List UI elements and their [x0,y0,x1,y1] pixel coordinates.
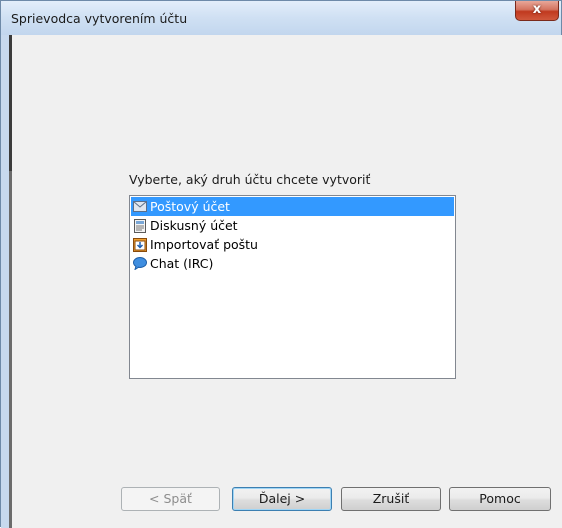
close-button[interactable]: x [515,1,559,21]
list-item-mail-account[interactable]: Poštový účet [131,197,454,216]
left-frame [1,35,9,528]
account-wizard-window: Sprievodca vytvorením účtu x Vyberte, ak… [0,0,562,528]
list-item-chat-irc[interactable]: Chat (IRC) [131,254,454,273]
list-item-label: Diskusný účet [150,218,238,233]
account-type-prompt: Vyberte, aký druh účtu chcete vytvoriť [129,172,371,187]
cancel-button[interactable]: Zrušiť [341,487,441,511]
list-item-label: Poštový účet [150,199,230,214]
newsgroup-icon [133,218,147,233]
next-button[interactable]: Ďalej > [232,487,332,511]
list-item-newsgroup-account[interactable]: Diskusný účet [131,216,454,235]
wizard-page: Vyberte, aký druh účtu chcete vytvoriť P… [12,35,562,528]
close-icon: x [532,2,542,17]
chat-bubble-icon [133,257,147,271]
mail-envelope-icon [133,200,147,214]
list-item-import-mail[interactable]: Importovať poštu [131,235,454,254]
list-item-label: Chat (IRC) [150,256,214,271]
list-item-label: Importovať poštu [150,237,258,252]
import-mail-icon [133,237,147,252]
back-button[interactable]: < Späť [121,487,220,511]
title-bar[interactable]: Sprievodca vytvorením účtu x [1,1,561,35]
window-title: Sprievodca vytvorením účtu [11,11,188,26]
help-button[interactable]: Pomoc [449,487,551,511]
account-type-list[interactable]: Poštový účet Diskusný účet Importovať po… [129,195,456,379]
